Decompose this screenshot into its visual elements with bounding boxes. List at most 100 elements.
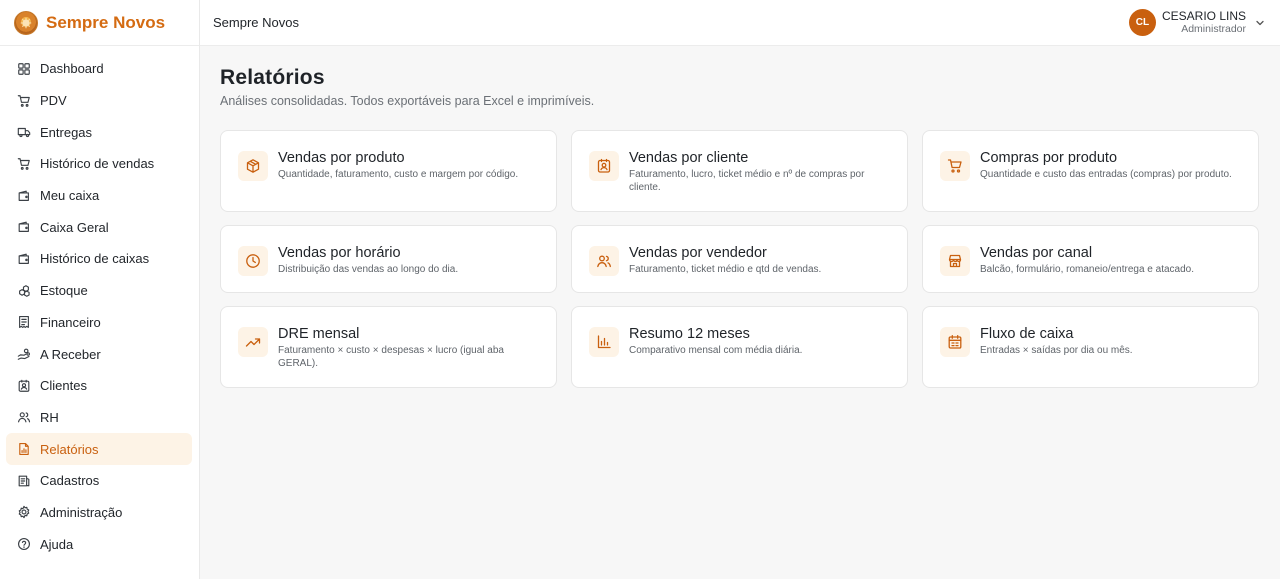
- report-description: Faturamento, ticket médio e qtd de venda…: [629, 264, 822, 275]
- trending-up-icon: [238, 327, 268, 357]
- list-icon: [16, 473, 32, 489]
- topbar: Sempre Novos CL CESARIO LINS Administrad…: [200, 0, 1280, 46]
- user-role: Administrador: [1181, 22, 1246, 35]
- sidebar-item-label: Histórico de vendas: [40, 156, 155, 172]
- help-icon: [16, 536, 32, 552]
- sidebar-item-label: Meu caixa: [40, 188, 100, 204]
- file-chart-icon: [16, 441, 32, 457]
- page-subtitle: Análises consolidadas. Todos exportáveis…: [220, 94, 595, 108]
- page-title: Relatórios: [220, 66, 325, 89]
- sidebar-item-label: Estoque: [40, 283, 88, 299]
- package-icon: [238, 151, 268, 181]
- report-description: Entradas × saídas por dia ou mês.: [980, 345, 1133, 356]
- sidebar-item-label: Histórico de caixas: [40, 251, 150, 267]
- bar-chart-icon: [589, 327, 619, 357]
- sidebar-item-meu-caixa[interactable]: Meu caixa: [6, 180, 192, 212]
- sidebar-nav: Dashboard PDV Entregas Histórico de vendas M…: [0, 46, 199, 560]
- report-description: Quantidade e custo das entradas (compras…: [980, 169, 1232, 180]
- sidebar-item-administracao[interactable]: Administração: [6, 497, 192, 529]
- report-card-vendas-por-vendedor[interactable]: Vendas por vendedor Faturamento, ticket m…: [571, 225, 908, 293]
- report-title: Vendas por canal: [980, 245, 1093, 261]
- calendar-icon: [940, 327, 970, 357]
- sidebar: Sempre Novos Dashboard PDV Entregas Históri…: [0, 0, 200, 579]
- wallet-icon: [16, 251, 32, 267]
- sidebar-item-a-receber[interactable]: A Receber: [6, 338, 192, 370]
- sidebar-item-label: RH: [40, 409, 59, 425]
- sidebar-item-historico-de-caixas[interactable]: Histórico de caixas: [6, 243, 192, 275]
- sidebar-item-estoque[interactable]: Estoque: [6, 275, 192, 307]
- cart-icon: [16, 93, 32, 109]
- cart-icon: [16, 156, 32, 172]
- sidebar-item-label: Relatórios: [40, 441, 99, 457]
- sidebar-item-label: Clientes: [40, 378, 87, 394]
- main-content: Relatórios Análises consolidadas. Todos …: [220, 66, 1260, 388]
- report-card-compras-por-produto[interactable]: Compras por produto Quantidade e custo da…: [922, 130, 1259, 212]
- sidebar-item-rh[interactable]: RH: [6, 402, 192, 434]
- report-card-dre-mensal[interactable]: DRE mensal Faturamento × custo × despesas…: [220, 306, 557, 388]
- sidebar-item-dashboard[interactable]: Dashboard: [6, 53, 192, 85]
- report-title: DRE mensal: [278, 326, 360, 342]
- report-description: Balcão, formulário, romaneio/entrega e a…: [980, 264, 1195, 275]
- cart-icon: [940, 151, 970, 181]
- report-title: Vendas por horário: [278, 245, 401, 261]
- brand-name: Sempre Novos: [46, 12, 166, 32]
- sidebar-item-ajuda[interactable]: Ajuda: [6, 528, 192, 560]
- report-title: Vendas por vendedor: [629, 245, 767, 261]
- sidebar-item-label: Ajuda: [40, 536, 74, 552]
- logo-icon: [14, 10, 38, 35]
- sidebar-item-pdv[interactable]: PDV: [6, 85, 192, 117]
- sidebar-item-financeiro[interactable]: Financeiro: [6, 307, 192, 339]
- report-title: Fluxo de caixa: [980, 326, 1074, 342]
- report-card-fluxo-de-caixa[interactable]: Fluxo de caixa Entradas × saídas por dia …: [922, 306, 1259, 388]
- sidebar-item-label: A Receber: [40, 346, 101, 362]
- sidebar-item-cadastros[interactable]: Cadastros: [6, 465, 192, 497]
- user-menu[interactable]: CL CESARIO LINS Administrador: [1128, 8, 1266, 36]
- report-description: Quantidade, faturamento, custo e margem …: [278, 169, 519, 180]
- users-icon: [589, 246, 619, 276]
- top-title: Sempre Novos: [213, 15, 299, 30]
- contact-icon: [589, 151, 619, 181]
- user-name: CESARIO LINS: [1161, 8, 1246, 23]
- wallet-icon: [16, 188, 32, 204]
- sidebar-item-label: Financeiro: [40, 314, 101, 330]
- users-icon: [16, 409, 32, 425]
- sidebar-item-label: Dashboard: [40, 61, 104, 77]
- sidebar-item-label: Entregas: [40, 124, 93, 140]
- report-description: Faturamento, lucro, ticket médio e nº de…: [629, 169, 865, 193]
- hand-coins-icon: [16, 346, 32, 362]
- brand[interactable]: Sempre Novos: [0, 0, 199, 46]
- sidebar-item-label: Cadastros: [40, 473, 100, 489]
- store-icon: [940, 246, 970, 276]
- report-card-vendas-por-horario[interactable]: Vendas por horário Distribuição das venda…: [220, 225, 557, 293]
- report-card-vendas-por-cliente[interactable]: Vendas por cliente Faturamento, lucro, ti…: [571, 130, 908, 212]
- report-title: Compras por produto: [980, 150, 1118, 166]
- sidebar-item-entregas[interactable]: Entregas: [6, 116, 192, 148]
- chevron-down-icon: [1256, 20, 1264, 25]
- sidebar-item-clientes[interactable]: Clientes: [6, 370, 192, 402]
- sidebar-item-historico-de-vendas[interactable]: Histórico de vendas: [6, 148, 192, 180]
- report-card-vendas-por-produto[interactable]: Vendas por produto Quantidade, faturament…: [220, 130, 557, 212]
- wallet-icon: [16, 219, 32, 235]
- truck-icon: [16, 124, 32, 140]
- user-info: CESARIO LINS Administrador: [1161, 8, 1246, 36]
- report-title: Resumo 12 meses: [629, 326, 750, 342]
- sidebar-item-relatorios[interactable]: Relatórios: [6, 433, 192, 465]
- grid-icon: [16, 61, 32, 77]
- report-description: Distribuição das vendas ao longo do dia.: [278, 264, 459, 275]
- avatar: CL: [1128, 9, 1156, 36]
- gear-icon: [16, 504, 32, 520]
- report-card-vendas-por-canal[interactable]: Vendas por canal Balcão, formulário, roma…: [922, 225, 1259, 293]
- sidebar-item-label: Administração: [40, 504, 123, 520]
- report-title: Vendas por cliente: [629, 150, 749, 166]
- receipt-icon: [16, 314, 32, 330]
- sidebar-item-label: Caixa Geral: [40, 219, 109, 235]
- report-title: Vendas por produto: [278, 150, 405, 166]
- clock-icon: [238, 246, 268, 276]
- report-description: Faturamento × custo × despesas × lucro (…: [278, 345, 504, 369]
- sidebar-item-caixa-geral[interactable]: Caixa Geral: [6, 211, 192, 243]
- report-card-resumo-12-meses[interactable]: Resumo 12 meses Comparativo mensal com mé…: [571, 306, 908, 388]
- boxes-icon: [16, 283, 32, 299]
- contact-icon: [16, 378, 32, 394]
- sidebar-item-label: PDV: [40, 93, 67, 109]
- report-description: Comparativo mensal com média diária.: [629, 345, 803, 356]
